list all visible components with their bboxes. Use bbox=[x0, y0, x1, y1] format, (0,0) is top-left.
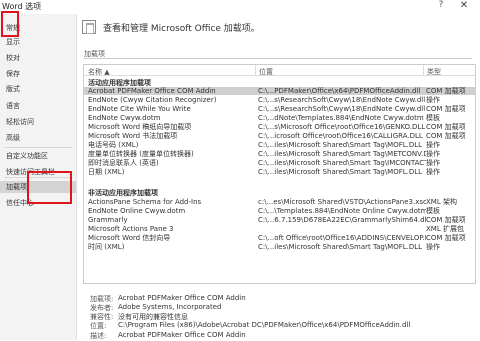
sidebar-item-display[interactable]: 显示 bbox=[6, 36, 20, 48]
table-row[interactable]: EndNote Cite While You Write C:\...s\Res… bbox=[84, 105, 475, 113]
cell-location: C:\...iles\Microsoft Shared\Smart Tag\ME… bbox=[258, 150, 426, 158]
cell-location: C:\...s\Microsoft Office\root\Office16\G… bbox=[258, 123, 426, 131]
cell-name: Microsoft Actions Pane 3 bbox=[88, 225, 174, 233]
cell-type: 操作 bbox=[426, 150, 440, 158]
cell-type: COM 加载项 bbox=[426, 216, 466, 224]
cell-name: ActionsPane Schema for Add-Ins bbox=[88, 198, 202, 206]
cell-name: Acrobat PDFMaker Office COM Addin bbox=[88, 87, 216, 95]
cell-location: C:\...s\ResearchSoft\Cwyw\18\EndNote Cwy… bbox=[258, 105, 426, 113]
cell-name: EndNote (Cwyw Citation Recognizer) bbox=[88, 96, 217, 104]
cell-name: 电话号码 (XML) bbox=[88, 141, 139, 149]
column-divider[interactable] bbox=[423, 65, 424, 75]
sidebar-item-proofing[interactable]: 校对 bbox=[6, 52, 20, 64]
cell-location: C:\...oft Office\root\Office16\ADDINS\CE… bbox=[258, 234, 426, 242]
section-divider bbox=[84, 58, 472, 59]
sidebar-separator bbox=[4, 147, 72, 148]
column-divider[interactable] bbox=[255, 65, 256, 75]
cell-location: C:\...iles\Microsoft Shared\Smart Tag\MO… bbox=[258, 243, 423, 251]
cell-name: EndNote Cwyw.dotm bbox=[88, 114, 161, 122]
cell-type: COM 加载项 bbox=[426, 105, 466, 113]
sidebar-item-advanced[interactable]: 高级 bbox=[6, 132, 20, 144]
cell-location: C:\...iles\Microsoft Shared\Smart Tag\MO… bbox=[258, 168, 423, 176]
cell-location: C:\...\Templates.884\EndNote Online Cwyw… bbox=[258, 207, 426, 215]
table-row[interactable]: Microsoft Word 稿纸向导加载项 C:\...s\Microsoft… bbox=[84, 123, 475, 131]
detail-description-value: Acrobat PDFMaker Office COM Addin bbox=[118, 331, 246, 339]
sidebar-item-language[interactable]: 语言 bbox=[6, 100, 20, 112]
cell-location: C:\...PDFMaker\Office\x64\PDFMOfficeAddi… bbox=[258, 87, 421, 95]
sidebar-item-accessibility[interactable]: 轻松访问 bbox=[6, 116, 34, 128]
cell-type: COM 加载项 bbox=[426, 123, 466, 131]
cell-type: 操作 bbox=[426, 96, 440, 104]
table-row[interactable]: Microsoft Word 书法加载项 C:\...icrosoft Offi… bbox=[84, 132, 475, 140]
cell-type: 模板 bbox=[426, 207, 440, 215]
table-row[interactable]: ActionsPane Schema for Add-Ins c:\...es\… bbox=[84, 198, 475, 206]
table-row[interactable]: 时间 (XML) C:\...iles\Microsoft Shared\Sma… bbox=[84, 243, 475, 251]
cell-name: Grammarly bbox=[88, 216, 128, 224]
table-row[interactable]: Microsoft Actions Pane 3 XML 扩展包 bbox=[84, 225, 475, 233]
cell-name: Microsoft Word 稿纸向导加载项 bbox=[88, 123, 192, 131]
table-row[interactable]: 度量单位转换器 (度量单位转换器) C:\...iles\Microsoft S… bbox=[84, 150, 475, 158]
cell-location: C:\...dNote\Templates.884\EndNote Cwyw.d… bbox=[258, 114, 424, 122]
table-row[interactable]: 电话号码 (XML) C:\...iles\Microsoft Shared\S… bbox=[84, 141, 475, 149]
title-bar: Word 选项 ? ✕ bbox=[0, 0, 480, 14]
addins-table: 名称 ▲ 位置 类型 活动应用程序加载项 Acrobat PDFMaker Of… bbox=[83, 64, 476, 284]
cell-name: EndNote Cite While You Write bbox=[88, 105, 191, 113]
table-row[interactable]: Acrobat PDFMaker Office COM Addin C:\...… bbox=[84, 87, 475, 95]
table-row[interactable]: 即时消息联系人 (英语) C:\...iles\Microsoft Shared… bbox=[84, 159, 475, 167]
cell-location: C:\...iles\Microsoft Shared\Smart Tag\MO… bbox=[258, 141, 423, 149]
cell-name: 度量单位转换器 (度量单位转换器) bbox=[88, 150, 194, 158]
table-row[interactable]: EndNote (Cwyw Citation Recognizer) C:\..… bbox=[84, 96, 475, 104]
cell-location: C:\...iles\Microsoft Shared\Smart Tag\IM… bbox=[258, 159, 426, 167]
cell-name: 日期 (XML) bbox=[88, 168, 125, 176]
table-row[interactable]: EndNote Online Cwyw.dotm C:\...\Template… bbox=[84, 207, 475, 215]
addins-document-icon bbox=[82, 20, 96, 34]
detail-location-value: C:\Program Files (x86)\Adobe\Acrobat DC\… bbox=[118, 321, 411, 329]
detail-addin-value: Acrobat PDFMaker Office COM Addin bbox=[118, 294, 246, 302]
cell-location: C:\...6.7.159\D678EA22EC\GrammarlyShim64… bbox=[258, 216, 426, 224]
cell-type: COM 加载项 bbox=[426, 234, 466, 242]
page-title: 查看和管理 Microsoft Office 加载项。 bbox=[103, 24, 260, 34]
table-row[interactable]: EndNote Cwyw.dotm C:\...dNote\Templates.… bbox=[84, 114, 475, 122]
highlight-box-addins bbox=[27, 171, 72, 204]
cell-type: XML 扩展包 bbox=[426, 225, 464, 233]
table-row[interactable]: Grammarly C:\...6.7.159\D678EA22EC\Gramm… bbox=[84, 216, 475, 224]
cell-location: c:\...es\Microsoft Shared\VSTO\ActionsPa… bbox=[258, 198, 426, 206]
detail-publisher-value: Adobe Systems, Incorporated bbox=[118, 303, 222, 311]
cell-type: 操作 bbox=[426, 168, 440, 176]
group-title-inactive: 非活动应用程序加载项 bbox=[88, 189, 158, 197]
cell-type: 模板 bbox=[426, 114, 440, 122]
table-row[interactable]: 日期 (XML) C:\...iles\Microsoft Shared\Sma… bbox=[84, 168, 475, 176]
cell-name: 时间 (XML) bbox=[88, 243, 125, 251]
cell-name: Microsoft Word 书法加载项 bbox=[88, 132, 178, 140]
sidebar-item-save[interactable]: 保存 bbox=[6, 68, 20, 80]
cell-type: 操作 bbox=[426, 243, 440, 251]
cell-location: C:\...s\ResearchSoft\Cwyw\18\EndNote Cwy… bbox=[258, 96, 426, 104]
sidebar-item-customize-ribbon[interactable]: 自定义功能区 bbox=[6, 150, 48, 162]
cell-type: 操作 bbox=[426, 159, 440, 167]
sidebar-item-typography[interactable]: 版式 bbox=[6, 83, 20, 95]
highlight-box-title bbox=[1, 11, 19, 37]
cell-type: COM 加载项 bbox=[426, 87, 466, 95]
cell-type: 操作 bbox=[426, 141, 440, 149]
cell-type: XML 架构 bbox=[426, 198, 457, 206]
cell-type: COM 加载项 bbox=[426, 132, 466, 140]
table-row[interactable]: Microsoft Word 信封向导 C:\...oft Office\roo… bbox=[84, 234, 475, 242]
cell-location: C:\...icrosoft Office\root\Office16\CALL… bbox=[258, 132, 423, 140]
cell-name: EndNote Online Cwyw.dotm bbox=[88, 207, 186, 215]
header-divider bbox=[84, 75, 475, 76]
detail-location-label: 位置: bbox=[90, 322, 107, 330]
close-button[interactable]: ✕ bbox=[458, 0, 470, 12]
help-button[interactable]: ? bbox=[436, 0, 446, 12]
cell-name: 即时消息联系人 (英语) bbox=[88, 159, 159, 167]
cell-name: Microsoft Word 信封向导 bbox=[88, 234, 171, 242]
